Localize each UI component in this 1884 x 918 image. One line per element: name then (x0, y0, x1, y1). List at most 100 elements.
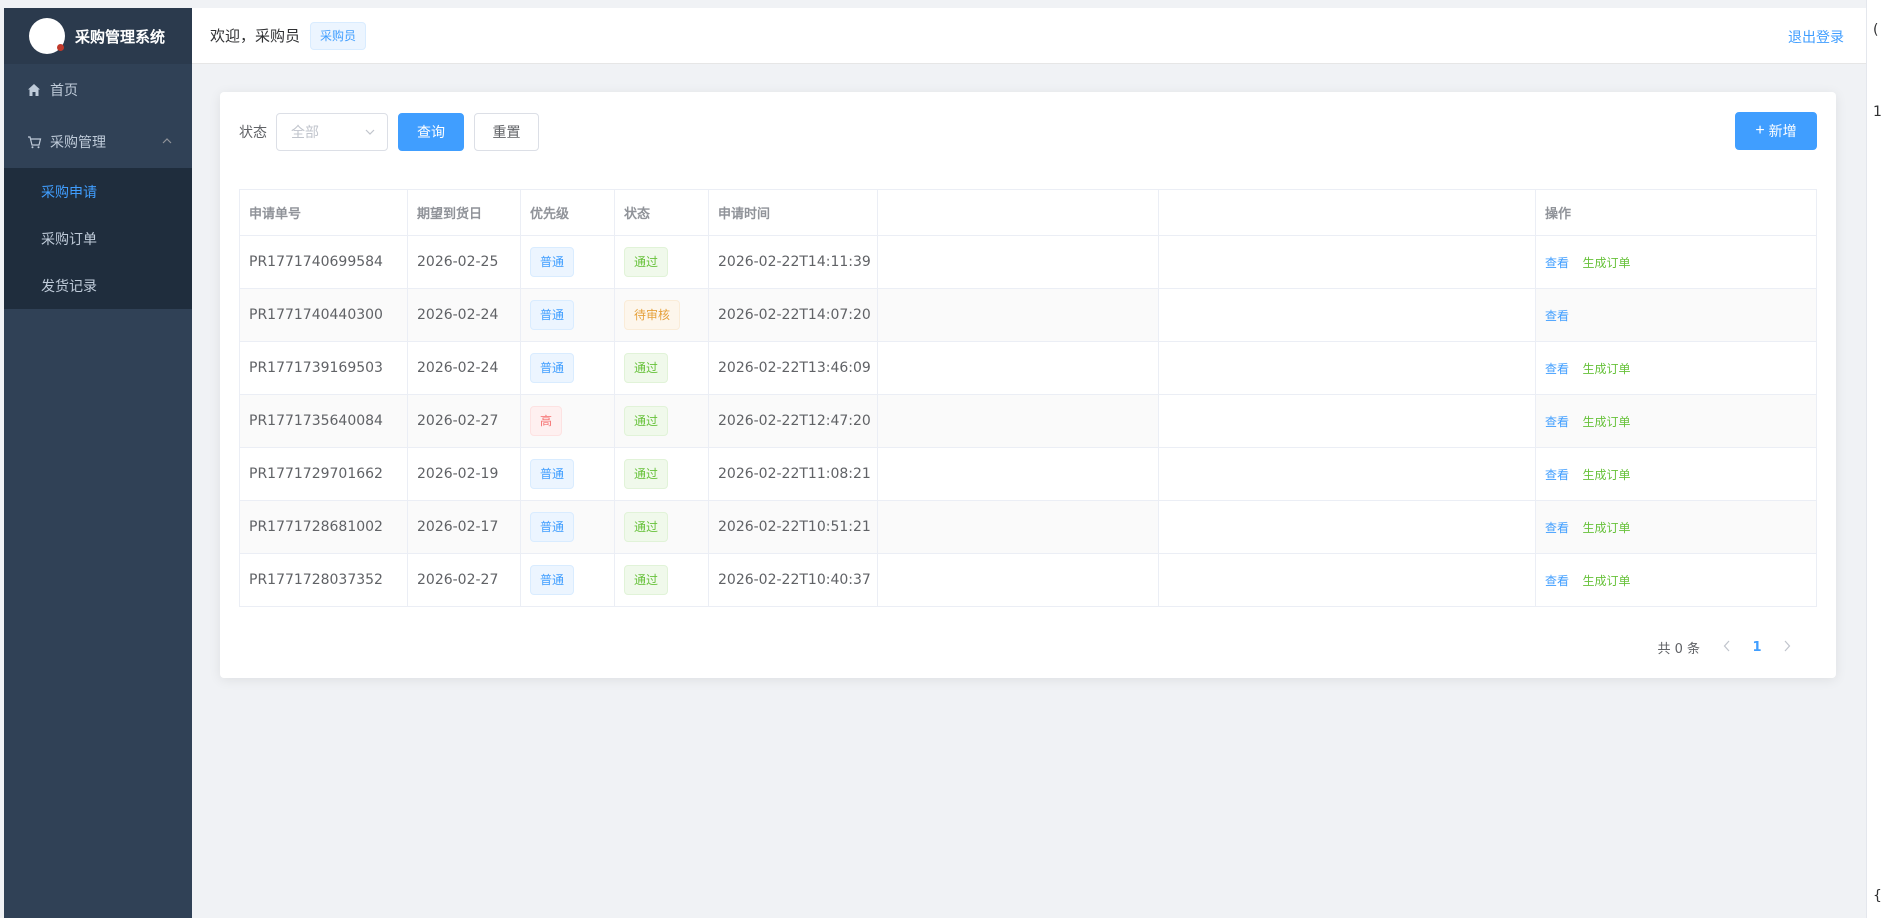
pagination: 共 0 条 1 (1657, 638, 1802, 657)
cell-priority: 普通 (520, 500, 615, 554)
main-card: 状态 全部 查询 重置 + 新增 申请单号 期望到货日 优先级 状态 申请时间 … (220, 92, 1836, 678)
generate-order-link[interactable]: 生成订单 (1582, 468, 1630, 482)
table-row: PR1771739169503 2026-02-24 普通 通过 2026-02… (239, 341, 1817, 395)
cell-ops: 查看 生成订单 (1535, 500, 1817, 554)
cell-request-no: PR1771728037352 (239, 553, 408, 607)
sidebar-item-purchase-order[interactable]: 采购订单 (4, 215, 192, 262)
cell-request-no: PR1771735640084 (239, 394, 408, 448)
view-link[interactable]: 查看 (1545, 256, 1569, 270)
cell-status: 通过 (614, 341, 709, 395)
table-row: PR1771735640084 2026-02-27 高 通过 2026-02-… (239, 394, 1817, 448)
add-button[interactable]: + 新增 (1735, 112, 1817, 150)
status-tag: 通过 (624, 247, 669, 277)
prev-page-icon[interactable] (1712, 640, 1742, 656)
priority-tag: 普通 (530, 512, 575, 542)
query-button[interactable]: 查询 (398, 113, 464, 151)
cell-blank (1158, 288, 1536, 342)
cell-priority: 普通 (520, 447, 615, 501)
logo-icon (29, 18, 65, 54)
table-row: PR1771729701662 2026-02-19 普通 通过 2026-02… (239, 447, 1817, 501)
cell-blank (877, 341, 1159, 395)
priority-tag: 普通 (530, 300, 575, 330)
status-tag: 通过 (624, 406, 669, 436)
cell-blank (877, 394, 1159, 448)
cell-expected-date: 2026-02-27 (407, 553, 521, 607)
generate-order-link[interactable]: 生成订单 (1582, 256, 1630, 270)
status-tag: 通过 (624, 565, 669, 595)
view-link[interactable]: 查看 (1545, 309, 1569, 323)
cell-ops: 查看 生成订单 (1535, 447, 1817, 501)
status-tag: 通过 (624, 512, 669, 542)
status-select[interactable]: 全部 (276, 113, 388, 151)
cell-blank (877, 288, 1159, 342)
col-header-expected-date: 期望到货日 (407, 189, 521, 236)
cell-blank (877, 553, 1159, 607)
view-link[interactable]: 查看 (1545, 415, 1569, 429)
reset-button[interactable]: 重置 (474, 113, 539, 151)
sidebar-item-home[interactable]: 首页 (4, 64, 192, 116)
logout-link[interactable]: 退出登录 (1788, 27, 1844, 47)
home-icon (26, 82, 42, 98)
app-title: 采购管理系统 (75, 27, 166, 46)
cell-status: 通过 (614, 500, 709, 554)
cell-priority: 普通 (520, 341, 615, 395)
status-filter-label: 状态 (239, 125, 267, 141)
plus-icon: + (1755, 122, 1765, 139)
edge-glyph: { (1873, 888, 1882, 904)
view-link[interactable]: 查看 (1545, 521, 1569, 535)
view-link[interactable]: 查看 (1545, 468, 1569, 482)
table-row: PR1771740699584 2026-02-25 普通 通过 2026-02… (239, 235, 1817, 289)
col-header-priority: 优先级 (520, 189, 615, 236)
cell-request-no: PR1771729701662 (239, 447, 408, 501)
view-link[interactable]: 查看 (1545, 574, 1569, 588)
col-header-blank (877, 189, 1159, 236)
col-header-request-time: 申请时间 (708, 189, 878, 236)
next-page-icon[interactable] (1772, 640, 1802, 656)
cell-request-time: 2026-02-22T11:08:21 (708, 447, 878, 501)
cell-ops: 查看 生成订单 (1535, 235, 1817, 289)
sidebar: 采购管理系统 首页 采购管理 采购申请 采购订单 发货记录 (4, 8, 192, 918)
chevron-down-icon (364, 125, 376, 143)
cell-blank (877, 447, 1159, 501)
chevron-up-icon (162, 136, 172, 147)
cell-expected-date: 2026-02-17 (407, 500, 521, 554)
cell-ops: 查看 生成订单 (1535, 394, 1817, 448)
cell-request-time: 2026-02-22T10:40:37 (708, 553, 878, 607)
cell-request-time: 2026-02-22T14:07:20 (708, 288, 878, 342)
generate-order-link[interactable]: 生成订单 (1582, 521, 1630, 535)
col-header-blank (1158, 189, 1536, 236)
generate-order-link[interactable]: 生成订单 (1582, 362, 1630, 376)
generate-order-link[interactable]: 生成订单 (1582, 415, 1630, 429)
generate-order-link[interactable]: 生成订单 (1582, 574, 1630, 588)
sidebar-item-purchase-request[interactable]: 采购申请 (4, 168, 192, 215)
cell-status: 待审核 (614, 288, 709, 342)
cell-status: 通过 (614, 235, 709, 289)
status-select-placeholder: 全部 (291, 125, 319, 141)
cell-ops: 查看 生成订单 (1535, 341, 1817, 395)
cell-request-time: 2026-02-22T13:46:09 (708, 341, 878, 395)
sidebar-item-purchase-management[interactable]: 采购管理 (4, 116, 192, 168)
priority-tag: 高 (530, 406, 563, 436)
cart-icon (26, 134, 42, 150)
cell-expected-date: 2026-02-25 (407, 235, 521, 289)
cell-priority: 普通 (520, 235, 615, 289)
col-header-request-no: 申请单号 (239, 189, 408, 236)
cell-status: 通过 (614, 447, 709, 501)
cell-blank (877, 235, 1159, 289)
cell-blank (1158, 500, 1536, 554)
cell-request-time: 2026-02-22T10:51:21 (708, 500, 878, 554)
purchase-request-table: 申请单号 期望到货日 优先级 状态 申请时间 操作 PR177174069958… (239, 189, 1817, 607)
status-tag: 通过 (624, 459, 669, 489)
col-header-status: 状态 (614, 189, 709, 236)
cell-priority: 普通 (520, 553, 615, 607)
status-tag: 通过 (624, 353, 669, 383)
sidebar-item-shipping-records[interactable]: 发货记录 (4, 262, 192, 309)
edge-glyph: 1 (1873, 104, 1882, 120)
view-link[interactable]: 查看 (1545, 362, 1569, 376)
page-number[interactable]: 1 (1742, 640, 1772, 655)
pagination-total: 共 0 条 (1657, 642, 1700, 657)
browser-edge-strip: ( 1 { (1866, 0, 1884, 918)
sidebar-item-label: 采购管理 (50, 135, 106, 151)
cell-request-no: PR1771740440300 (239, 288, 408, 342)
cell-status: 通过 (614, 553, 709, 607)
